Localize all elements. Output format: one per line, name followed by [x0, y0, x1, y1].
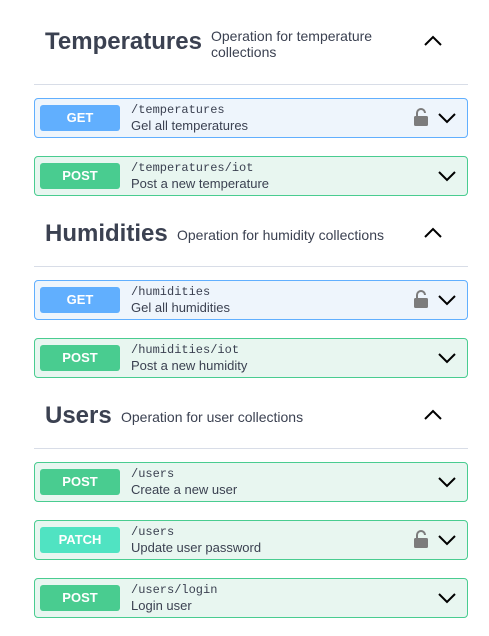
method-badge: PATCH — [40, 527, 120, 553]
operation-post-users-login[interactable]: POST /users/login Login user — [34, 578, 468, 618]
lock-icon[interactable] — [413, 289, 429, 309]
operation-path: /humidities — [131, 285, 211, 299]
operation-summary: Gel all humidities — [131, 300, 230, 315]
method-badge: POST — [40, 469, 120, 495]
tag-description-line: Operation for temperature — [211, 28, 373, 44]
lock-icon[interactable] — [413, 107, 429, 127]
chevron-down-icon[interactable] — [437, 588, 457, 608]
operation-summary: Gel all temperatures — [131, 118, 249, 133]
operation-get-temperatures[interactable]: GET /temperatures Gel all temperatures — [34, 98, 468, 138]
operation-get-humidities[interactable]: GET /humidities Gel all humidities — [34, 280, 468, 320]
method-badge: POST — [40, 585, 120, 611]
tag-header-users[interactable]: Users Operation for user collections — [34, 364, 468, 449]
operation-path: /users/login — [131, 583, 218, 597]
operation-summary: Login user — [131, 598, 192, 613]
operation-path: /temperatures/iot — [131, 161, 254, 175]
operation-summary: Update user password — [131, 540, 262, 555]
chevron-down-icon[interactable] — [437, 530, 457, 550]
operation-summary: Create a new user — [131, 482, 238, 497]
chevron-up-icon[interactable] — [422, 404, 444, 426]
tag-description-line: Operation for humidity collections — [177, 227, 384, 243]
chevron-down-icon[interactable] — [437, 108, 457, 128]
operation-path: /users — [131, 467, 175, 481]
operation-post-users[interactable]: POST /users Create a new user — [34, 462, 468, 502]
chevron-down-icon[interactable] — [437, 290, 457, 310]
method-badge: GET — [40, 105, 120, 131]
lock-icon[interactable] — [413, 529, 429, 549]
tag-description: Operation for humidity collections — [177, 227, 384, 243]
method-badge: GET — [40, 287, 120, 313]
chevron-down-icon[interactable] — [437, 472, 457, 492]
tag-header-temperatures[interactable]: Temperatures Operation for temperature c… — [34, 0, 468, 85]
tag-title: Temperatures — [45, 28, 202, 55]
tag-description-line: Operation for user collections — [121, 409, 304, 425]
chevron-up-icon[interactable] — [422, 222, 444, 244]
operation-patch-users[interactable]: PATCH /users Update user password — [34, 520, 468, 560]
operation-path: /humidities/iot — [131, 343, 240, 357]
tag-description-line: collections — [211, 44, 277, 60]
operation-path: /users — [131, 525, 175, 539]
tag-description: Operation for user collections — [121, 409, 303, 425]
tag-title: Users — [45, 402, 112, 429]
tag-section-users: Users Operation for user collections POS… — [34, 364, 468, 636]
operation-path: /temperatures — [131, 103, 225, 117]
tag-header-humidities[interactable]: Humidities Operation for humidity collec… — [34, 182, 468, 267]
tag-description: Operation for temperature collections — [211, 28, 372, 60]
chevron-up-icon[interactable] — [422, 30, 444, 52]
tag-title: Humidities — [45, 220, 168, 247]
